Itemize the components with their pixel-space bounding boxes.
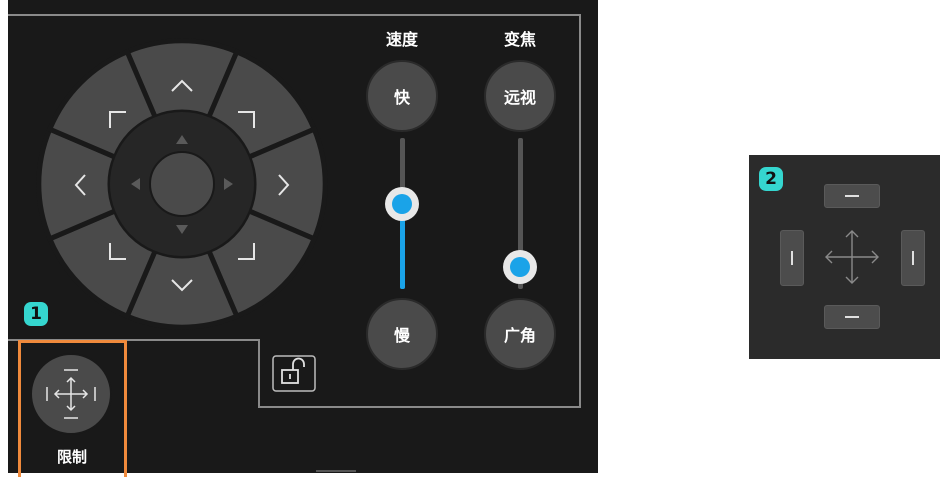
restrict-right-toggle[interactable] (901, 230, 925, 286)
zoom-slider-handle[interactable] (503, 250, 537, 284)
restrict-down-toggle[interactable] (824, 305, 880, 329)
speed-fast-button[interactable]: 快 (366, 60, 438, 132)
restrict-left-toggle[interactable] (780, 230, 804, 286)
speed-header: 速度 (385, 30, 418, 49)
callout-badge-2: 2 (759, 167, 783, 191)
move-arrows-icon (825, 230, 879, 284)
restrict-label: 限制 (56, 448, 87, 466)
bar-icon (791, 251, 793, 265)
callout-badge-1: 1 (24, 302, 48, 326)
dash-icon (845, 195, 859, 197)
bar-icon (912, 251, 914, 265)
speed-slow-button[interactable]: 慢 (366, 298, 438, 370)
dash-icon (845, 316, 859, 318)
zoom-header: 变焦 (503, 30, 536, 49)
restrict-direction-panel: 2 (749, 155, 940, 359)
restrict-up-toggle[interactable] (824, 184, 880, 208)
zoom-tele-button[interactable]: 远视 (484, 60, 556, 132)
speed-slider-handle[interactable] (385, 187, 419, 221)
zoom-wide-button[interactable]: 广角 (484, 298, 556, 370)
